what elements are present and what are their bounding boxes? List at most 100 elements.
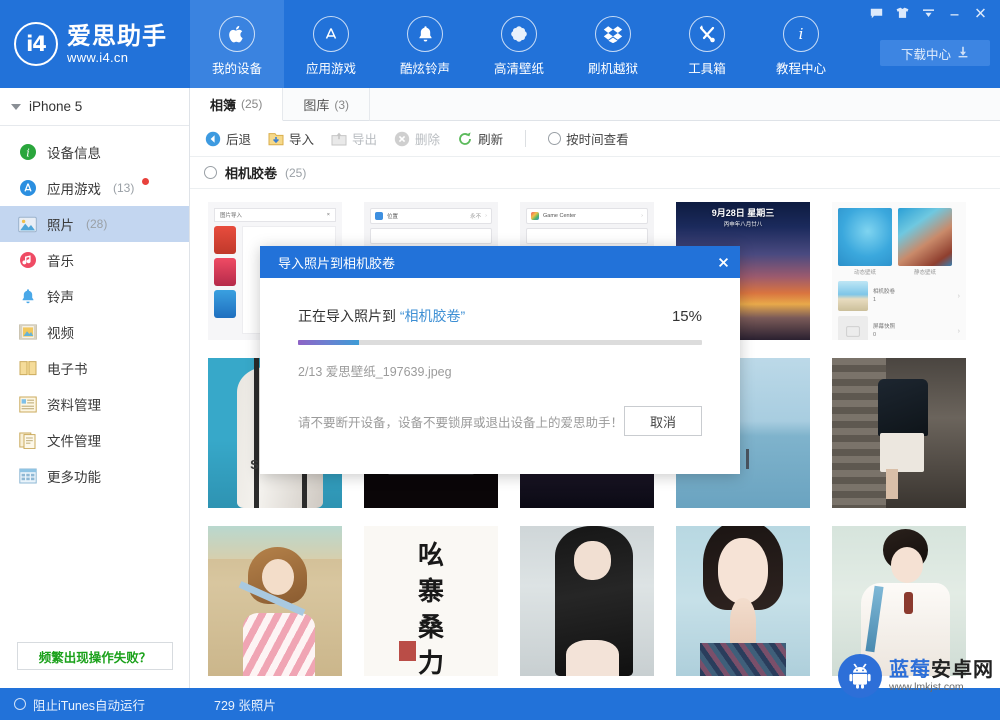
- toolbar-label: 刷新: [478, 129, 503, 148]
- close-icon[interactable]: [706, 246, 740, 278]
- radio-icon[interactable]: [204, 166, 217, 179]
- tab-gallery[interactable]: 图库 (3): [283, 88, 370, 121]
- nav-label: 酷炫铃声: [400, 58, 450, 77]
- sidebar-item-music[interactable]: 音乐: [0, 242, 189, 278]
- photo-thumb-boy-street[interactable]: [832, 358, 966, 508]
- appstore-icon: [313, 16, 349, 52]
- sidebar-item-ringtones[interactable]: 铃声: [0, 278, 189, 314]
- view-by-time-toggle[interactable]: 按时间查看: [548, 129, 629, 148]
- import-button[interactable]: 导入: [267, 129, 314, 148]
- progress-percent: 15%: [672, 308, 702, 325]
- album-header: 相机胶卷 (25): [190, 157, 1000, 189]
- thumb-location-row: 位置 永不 ›: [370, 208, 492, 224]
- brand-name: 爱思助手: [67, 24, 167, 49]
- download-icon: [957, 46, 969, 61]
- nav-apps-games[interactable]: 应用游戏: [284, 0, 378, 88]
- girl-face: [262, 559, 294, 595]
- view-toggle-label: 按时间查看: [566, 129, 629, 148]
- sidebar-items: i 设备信息 应用游戏 (13) 照片 (28): [0, 126, 189, 494]
- info-icon: i: [783, 16, 819, 52]
- delete-icon: [393, 130, 410, 147]
- sidebar-item-count: (13): [113, 181, 134, 195]
- nav-ringtones[interactable]: 酷炫铃声: [378, 0, 472, 88]
- download-center-button[interactable]: 下载中心: [880, 40, 990, 66]
- block-itunes-toggle[interactable]: 阻止iTunes自动运行: [0, 695, 190, 714]
- radio-icon: [548, 132, 561, 145]
- photo-thumb-longhair-girl[interactable]: [520, 526, 654, 676]
- notification-badge: [142, 178, 149, 185]
- girl-face: [574, 541, 612, 580]
- nav-label: 刷机越狱: [588, 58, 638, 77]
- nav-my-device[interactable]: 我的设备: [190, 0, 284, 88]
- toolbar-label: 删除: [415, 129, 440, 148]
- minimize-icon[interactable]: [942, 2, 966, 24]
- help-operation-failed-button[interactable]: 频繁出现操作失败？: [17, 642, 173, 670]
- dialog-titlebar: 导入照片到相机胶卷: [260, 246, 740, 278]
- nav-label: 应用游戏: [306, 58, 356, 77]
- nav-toolbox[interactable]: 工具箱: [660, 0, 754, 88]
- album-name: 相机胶卷: [225, 163, 277, 182]
- dialog-title: 导入照片到相机胶卷: [278, 253, 395, 272]
- tab-albums[interactable]: 相簿 (25): [190, 88, 283, 121]
- jersey-stripe: [254, 358, 259, 508]
- device-selector[interactable]: iPhone 5: [0, 88, 189, 126]
- photo-thumb-beach-girl[interactable]: [208, 526, 342, 676]
- book-icon: [18, 359, 37, 378]
- photo-thumb-wallpaper-panel[interactable]: 动态壁纸 静态壁纸 相机胶卷 1 ›: [832, 202, 966, 340]
- patterned-dress: [700, 643, 786, 676]
- praying-hands: [730, 598, 757, 649]
- delete-button[interactable]: 删除: [393, 129, 440, 148]
- calligraphy-char: 吆: [418, 535, 444, 572]
- watermark-url: www.lmkjst.com: [889, 682, 994, 693]
- photos-toolbar: 后退 导入 导出 删除: [190, 121, 1000, 157]
- camera-roll-count: 1: [873, 296, 895, 304]
- sidebar-item-more[interactable]: 更多功能: [0, 458, 189, 494]
- video-icon: [18, 323, 37, 342]
- sidebar-item-ebooks[interactable]: 电子书: [0, 350, 189, 386]
- boy-shorts: [880, 433, 924, 472]
- nav-flash-jailbreak[interactable]: 刷机越狱: [566, 0, 660, 88]
- apple-icon: [219, 16, 255, 52]
- skin-icon[interactable]: [890, 2, 914, 24]
- camera-roll-label: 相机胶卷: [873, 288, 895, 296]
- sidebar-item-videos[interactable]: 视频: [0, 314, 189, 350]
- nav-tutorials[interactable]: i 教程中心: [754, 0, 848, 88]
- refresh-button[interactable]: 刷新: [456, 129, 503, 148]
- sidebar-item-data-manage[interactable]: 资料管理: [0, 386, 189, 422]
- lockscreen-date-sub: 丙申年八月廿八: [676, 220, 810, 228]
- gamecenter-icon: [531, 212, 539, 220]
- lockscreen-date-main: 9月28日 星期三: [676, 206, 810, 219]
- calligraphy-seal: [399, 641, 416, 661]
- menu-dropdown-icon[interactable]: [916, 2, 940, 24]
- boy-leg: [886, 469, 898, 499]
- back-button[interactable]: 后退: [204, 129, 251, 148]
- export-icon: [330, 130, 347, 147]
- thumb-location-label: 位置: [387, 212, 398, 220]
- import-icon: [267, 130, 284, 147]
- close-icon[interactable]: [968, 2, 992, 24]
- lockscreen-date: 9月28日 星期三 丙申年八月廿八: [676, 206, 810, 228]
- sidebar-item-photos[interactable]: 照片 (28): [0, 206, 189, 242]
- sidebar-item-apps-games[interactable]: 应用游戏 (13): [0, 170, 189, 206]
- message-icon[interactable]: [864, 2, 888, 24]
- content-tabs: 相簿 (25) 图库 (3): [190, 88, 1000, 121]
- thumb-import-header: 图片导入 ×: [214, 208, 336, 222]
- sidebar-item-label: 设备信息: [47, 142, 101, 162]
- music-icon: [18, 251, 37, 270]
- tab-label: 图库: [303, 95, 329, 114]
- files-icon: [18, 431, 37, 450]
- sidebar-item-label: 音乐: [47, 250, 74, 270]
- nav-wallpapers[interactable]: 高清壁纸: [472, 0, 566, 88]
- export-button[interactable]: 导出: [330, 129, 377, 148]
- sidebar-item-label: 照片: [47, 214, 74, 234]
- appstore-circle-icon: [18, 179, 37, 198]
- girl-top: [566, 640, 620, 676]
- photo-thumb-calligraphy[interactable]: 吆 寨 桑 力: [364, 526, 498, 676]
- sidebar-item-label: 视频: [47, 322, 74, 342]
- sidebar-item-device-info[interactable]: i 设备信息: [0, 134, 189, 170]
- sidebar-item-count: (28): [86, 217, 107, 231]
- cancel-button[interactable]: 取消: [624, 406, 702, 436]
- sidebar-item-file-manage[interactable]: 文件管理: [0, 422, 189, 458]
- album-count: (25): [285, 166, 306, 180]
- photo-thumb-praying-girl[interactable]: [676, 526, 810, 676]
